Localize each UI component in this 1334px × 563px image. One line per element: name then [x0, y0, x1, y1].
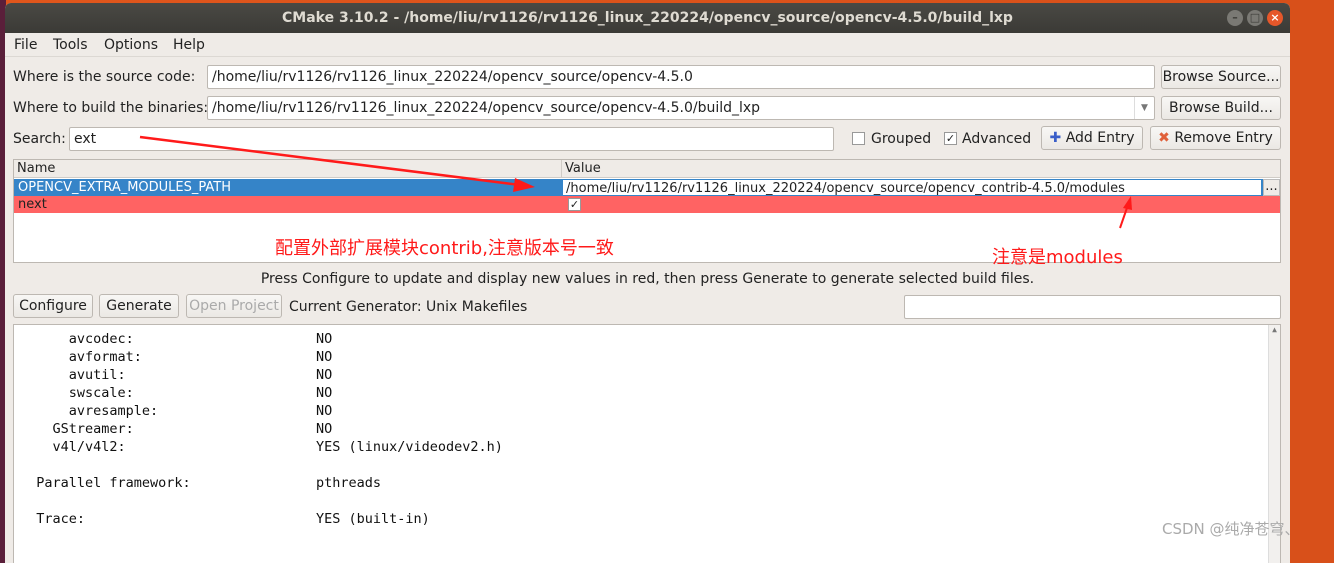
arrow-to-path: [139, 135, 521, 187]
annotation-contrib: 配置外部扩展模块contrib,注意版本号一致: [275, 238, 614, 259]
watermark: CSDN @纯净苍穹、: [1162, 520, 1300, 538]
annotation-modules: 注意是modules: [992, 247, 1123, 268]
arrowhead: [513, 178, 535, 192]
annotation-arrows: [139, 135, 1132, 229]
arrowhead: [1123, 196, 1132, 210]
